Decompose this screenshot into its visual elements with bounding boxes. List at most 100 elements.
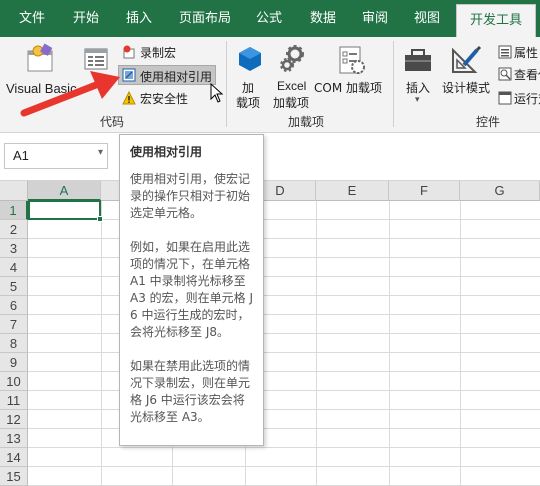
- gridline: [28, 333, 540, 334]
- view-code-label: 查看代: [514, 68, 540, 82]
- tooltip-paragraph: 使用相对引用，使宏记录的操作只相对于初始选定单元格。: [130, 172, 251, 220]
- select-all-corner[interactable]: [0, 181, 28, 201]
- design-mode-icon: [452, 45, 482, 73]
- mouse-cursor-icon: [210, 83, 224, 103]
- tab-file[interactable]: 文件: [4, 0, 60, 37]
- relative-reference-icon: [122, 68, 136, 82]
- design-mode-label: 设计模式: [442, 81, 491, 95]
- addins-label-line2: 载项: [236, 96, 261, 110]
- tab-data[interactable]: 数据: [296, 0, 350, 37]
- warning-icon: [122, 90, 136, 105]
- row-header-12[interactable]: 12: [0, 410, 28, 429]
- gridline: [28, 314, 540, 315]
- record-macro-label: 录制宏: [140, 46, 177, 60]
- gridline: [28, 371, 540, 372]
- row-header-14[interactable]: 14: [0, 448, 28, 467]
- macro-security-button[interactable]: 宏安全性: [118, 89, 198, 107]
- gridline: [28, 295, 540, 296]
- tooltip: 使用相对引用 使用相对引用，使宏记录的操作只相对于初始选定单元格。 例如，如果在…: [119, 134, 264, 446]
- row-header-7[interactable]: 7: [0, 315, 28, 334]
- com-addins-icon: [339, 46, 365, 74]
- tab-developer[interactable]: 开发工具: [456, 4, 536, 37]
- tab-view[interactable]: 视图: [400, 0, 454, 37]
- row-header-10[interactable]: 10: [0, 372, 28, 391]
- formula-bar: A1 ▾: [0, 133, 540, 181]
- properties-icon: [498, 45, 512, 62]
- tooltip-title: 使用相对引用: [130, 145, 203, 159]
- column-header-f[interactable]: F: [389, 181, 460, 201]
- ribbon: Visual Basic 录制宏 使用相对引用 宏安全性 代码 加 载项 Exc…: [0, 37, 540, 133]
- use-relative-references-label: 使用相对引用: [140, 70, 213, 84]
- row-header-6[interactable]: 6: [0, 296, 28, 315]
- com-addins-label: COM 加载项: [314, 81, 382, 95]
- chevron-down-icon[interactable]: ▾: [98, 147, 103, 158]
- gridline: [28, 466, 540, 467]
- active-cell[interactable]: [28, 200, 101, 220]
- gridline: [28, 428, 540, 429]
- row-header-8[interactable]: 8: [0, 334, 28, 353]
- group-separator: [226, 41, 227, 127]
- tab-home[interactable]: 开始: [60, 0, 112, 37]
- spreadsheet-grid: ABCDEFG123456789101112131415: [0, 181, 540, 486]
- tab-insert[interactable]: 插入: [112, 0, 166, 37]
- view-code-icon: [498, 67, 512, 83]
- use-relative-references-button[interactable]: 使用相对引用: [118, 65, 216, 85]
- run-dialog-button[interactable]: 运行对: [496, 89, 540, 107]
- tab-page-layout[interactable]: 页面布局: [168, 0, 242, 37]
- run-dialog-icon: [498, 91, 512, 107]
- view-code-button[interactable]: 查看代: [496, 65, 540, 83]
- annotation-arrow: [20, 71, 120, 117]
- tooltip-paragraph: 例如，如果在启用此选项的情况下，在单元格 A1 中录制将光标移至 A3 的宏，则…: [130, 240, 254, 339]
- insert-control-button[interactable]: 插入 ▾: [398, 41, 438, 109]
- record-macro-button[interactable]: 录制宏: [118, 43, 198, 61]
- row-header-4[interactable]: 4: [0, 258, 28, 277]
- design-mode-button[interactable]: 设计模式: [440, 41, 492, 109]
- name-box[interactable]: A1 ▾: [4, 143, 108, 169]
- row-header-1[interactable]: 1: [0, 201, 28, 220]
- gridline: [28, 447, 540, 448]
- row-header-5[interactable]: 5: [0, 277, 28, 296]
- row-header-15[interactable]: 15: [0, 467, 28, 486]
- com-addins-button[interactable]: COM 加载项: [314, 41, 388, 109]
- addins-icon: [239, 47, 261, 71]
- gridline: [28, 238, 540, 239]
- name-box-value: A1: [13, 148, 29, 163]
- excel-addins-label-line2: 加载项: [273, 96, 310, 110]
- chevron-down-icon: ▾: [415, 95, 420, 105]
- tab-review[interactable]: 审阅: [350, 0, 400, 37]
- tab-formulas[interactable]: 公式: [244, 0, 294, 37]
- excel-addins-label-line1: Excel: [277, 79, 307, 93]
- gridline: [389, 201, 390, 486]
- row-header-11[interactable]: 11: [0, 391, 28, 410]
- row-header-13[interactable]: 13: [0, 429, 28, 448]
- excel-window: 文件 开始 插入 页面布局 公式 数据 审阅 视图 开发工具 Visual Ba…: [0, 0, 540, 486]
- addins-group-label: 加载项: [288, 115, 325, 129]
- insert-control-label: 插入: [406, 81, 431, 95]
- row-header-9[interactable]: 9: [0, 353, 28, 372]
- addins-button[interactable]: 加 载项: [230, 41, 270, 110]
- run-dialog-label: 运行对: [514, 92, 540, 106]
- column-header-e[interactable]: E: [316, 181, 389, 201]
- column-header-a[interactable]: A: [28, 181, 101, 201]
- gridline: [28, 257, 540, 258]
- group-separator: [393, 41, 394, 127]
- gridline: [460, 201, 461, 486]
- record-icon: [122, 45, 136, 59]
- gridline: [316, 201, 317, 486]
- excel-addins-button[interactable]: Excel 加载项: [270, 41, 314, 110]
- gridline: [28, 390, 540, 391]
- gridline: [28, 276, 540, 277]
- gridline: [101, 201, 102, 486]
- column-header-g[interactable]: G: [460, 181, 540, 201]
- tooltip-paragraph: 如果在禁用此选项的情况下录制宏，则在单元格 J6 中运行该宏会将光标移至 A3。: [130, 359, 251, 424]
- macro-security-label: 宏安全性: [140, 92, 189, 106]
- row-header-3[interactable]: 3: [0, 239, 28, 258]
- gear-icon: [280, 45, 304, 72]
- row-header-2[interactable]: 2: [0, 220, 28, 239]
- toolbox-icon: [405, 49, 431, 71]
- properties-button[interactable]: 属性: [496, 43, 540, 61]
- gridline: [28, 352, 540, 353]
- gridline: [28, 219, 540, 220]
- fill-handle[interactable]: [97, 216, 103, 222]
- controls-group-label: 控件: [476, 115, 501, 129]
